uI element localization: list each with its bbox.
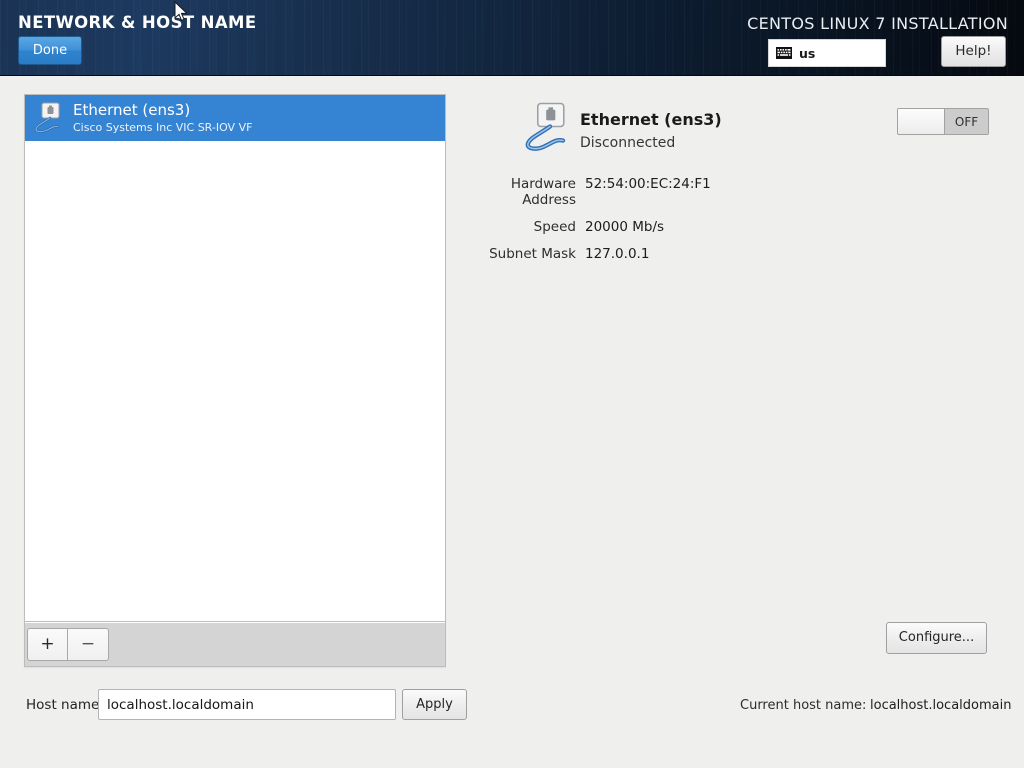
- remove-device-button[interactable]: −: [68, 628, 109, 661]
- speed-label: Speed: [533, 219, 576, 235]
- hardware-address-label: Hardware Address: [510, 176, 576, 208]
- wired-unplugged-icon: [34, 102, 60, 133]
- hardware-address-row: Hardware Address 52:54:00:EC:24:F1: [455, 176, 1015, 208]
- current-hostname-label: Current host name:: [740, 698, 867, 713]
- device-enable-toggle[interactable]: OFF: [897, 108, 989, 135]
- subnet-mask-value: 127.0.0.1: [585, 246, 650, 262]
- hostname-label: Host name:: [26, 697, 104, 713]
- toggle-state-label: OFF: [945, 109, 988, 134]
- list-item-text: Ethernet (ens3) Cisco Systems Inc VIC SR…: [73, 102, 252, 134]
- subnet-mask-label: Subnet Mask: [489, 246, 576, 262]
- toggle-knob[interactable]: [898, 109, 945, 134]
- network-device-panel: Ethernet (ens3) Cisco Systems Inc VIC SR…: [24, 94, 446, 667]
- network-device-list[interactable]: Ethernet (ens3) Cisco Systems Inc VIC SR…: [25, 95, 445, 622]
- speed-row: Speed 20000 Mb/s: [455, 219, 1015, 235]
- installation-title: CENTOS LINUX 7 INSTALLATION: [747, 14, 1008, 33]
- add-device-button[interactable]: +: [27, 628, 68, 661]
- hardware-address-value: 52:54:00:EC:24:F1: [585, 176, 711, 192]
- list-item-subtitle: Cisco Systems Inc VIC SR-IOV VF: [73, 120, 253, 134]
- page-title: NETWORK & HOST NAME: [18, 13, 257, 32]
- device-status: Disconnected: [580, 135, 676, 151]
- list-item-title: Ethernet (ens3): [73, 101, 191, 120]
- current-hostname-value: localhost.localdomain: [870, 698, 1012, 713]
- help-button[interactable]: Help!: [941, 36, 1006, 67]
- hostname-input[interactable]: [98, 689, 396, 720]
- speed-value: 20000 Mb/s: [585, 219, 665, 235]
- subnet-mask-row: Subnet Mask 127.0.0.1: [455, 246, 1015, 262]
- wired-unplugged-icon: [525, 102, 566, 151]
- done-button[interactable]: Done: [18, 36, 82, 65]
- installer-header: NETWORK & HOST NAME Done CENTOS LINUX 7 …: [0, 0, 1024, 76]
- device-name: Ethernet (ens3): [580, 110, 722, 129]
- keyboard-icon: [776, 47, 792, 59]
- device-list-toolbar: + −: [25, 623, 445, 666]
- configure-button[interactable]: Configure...: [886, 622, 987, 654]
- list-item[interactable]: Ethernet (ens3) Cisco Systems Inc VIC SR…: [25, 95, 445, 141]
- apply-button[interactable]: Apply: [402, 689, 467, 720]
- keyboard-layout-label: us: [799, 45, 816, 61]
- keyboard-layout-indicator[interactable]: us: [768, 39, 886, 67]
